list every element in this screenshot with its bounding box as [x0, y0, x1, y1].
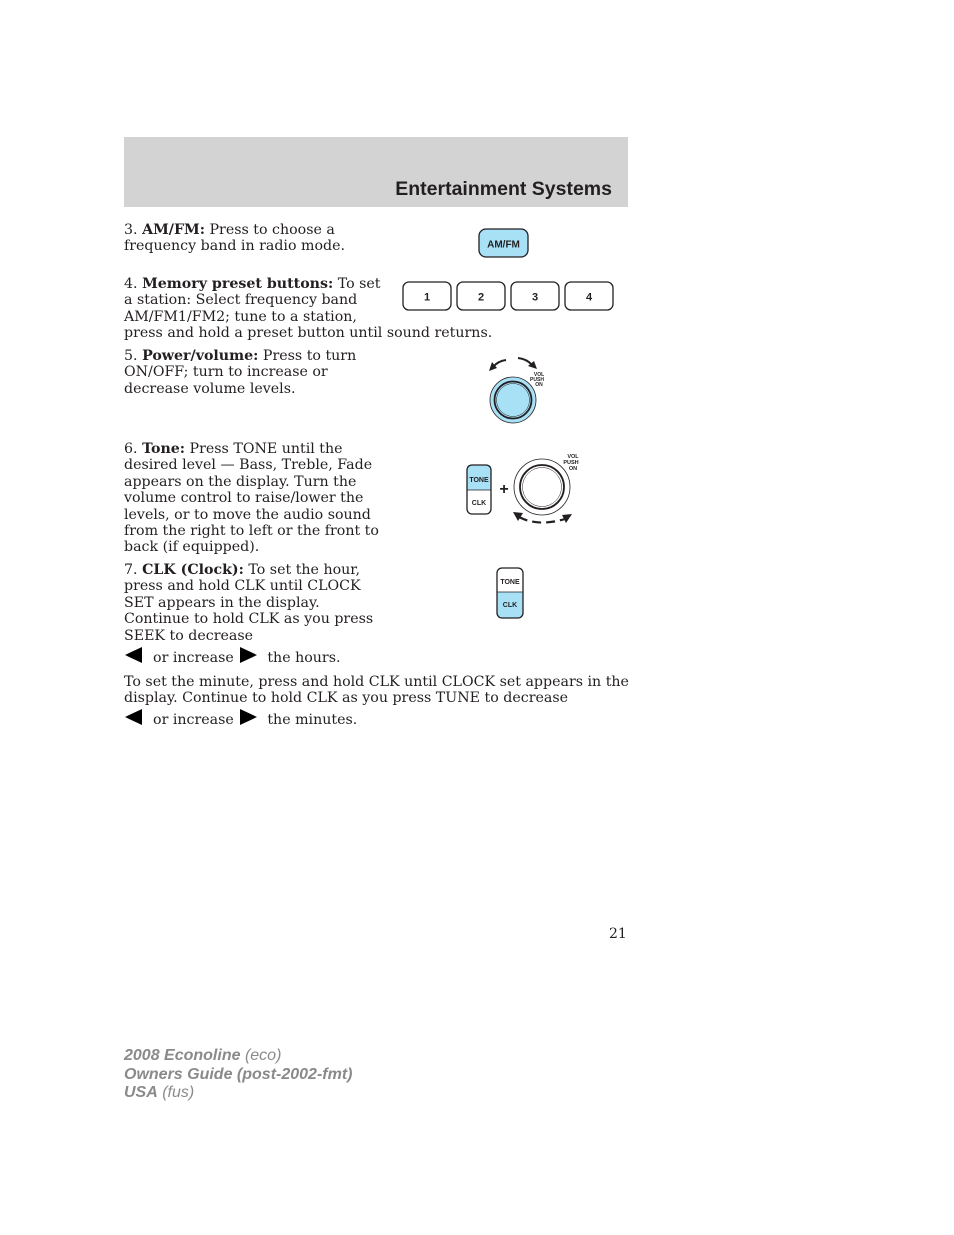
text-fragment: the hours.: [267, 650, 341, 666]
item-label: Memory preset buttons:: [142, 276, 334, 292]
text-line: volume control to raise/lower the: [124, 490, 364, 507]
knob-label: ON: [569, 466, 577, 472]
right-arrow-icon: [240, 647, 258, 663]
plus-sign: +: [499, 481, 508, 498]
preset-button-3: 3: [510, 281, 560, 311]
hours-arrow-line: or increase the hours.: [124, 646, 341, 666]
text-line: press and hold a preset button until sou…: [124, 325, 493, 342]
text-line: ON/OFF; turn to increase or: [124, 364, 328, 381]
footer-guide: Owners Guide (post-2002-fmt): [124, 1065, 353, 1083]
preset-label: 3: [532, 292, 538, 304]
preset-label: 4: [586, 292, 593, 304]
section-header: Entertainment Systems: [124, 137, 628, 207]
preset-button-4: 4: [564, 281, 614, 311]
item-clock-text: 7. CLK (Clock): To set the hour, press a…: [124, 562, 373, 644]
tone-knob-figure: TONE CLK + VOL PUSH ON: [466, 454, 579, 524]
item-amfm-text: 3. AM/FM: Press to choose a frequency ba…: [124, 222, 345, 255]
preset-button-1: 1: [402, 281, 452, 311]
text-line: display. Continue to hold CLK as you pre…: [124, 690, 569, 707]
left-arrow-icon: [125, 647, 142, 663]
knob-body: [519, 464, 565, 510]
text-line: Continue to hold CLK as you press: [124, 611, 374, 628]
preset-label: 2: [478, 292, 484, 304]
item-tone-text: 6. Tone: Press TONE until the desired le…: [124, 441, 379, 556]
minutes-arrow-line: or increase the minutes.: [124, 708, 357, 728]
text-line: AM/FM1/FM2; tune to a station,: [124, 308, 357, 325]
item-label: Tone:: [142, 441, 186, 457]
text-line: To set the minute, press and hold CLK un…: [124, 674, 629, 690]
tone-clk-button: TONE CLK: [466, 464, 492, 515]
item-label: CLK (Clock):: [142, 562, 244, 578]
text-line: appears on the display. Turn the: [124, 473, 357, 490]
amfm-button-label: AM/FM: [487, 240, 520, 251]
page-number: 21: [609, 926, 627, 942]
text-line: frequency band in radio mode.: [124, 238, 346, 255]
right-arrow-icon: [240, 709, 258, 725]
text-line: Press TONE until the: [185, 441, 343, 457]
tone-label: TONE: [500, 579, 520, 586]
text-line: To set the hour,: [243, 562, 360, 578]
knob-label: ON: [535, 382, 543, 388]
item-label: AM/FM:: [142, 222, 205, 238]
text-line: a station: Select frequency band: [124, 292, 358, 309]
text-line: from the right to left or the front to: [124, 523, 379, 540]
item-number: 4.: [124, 276, 138, 292]
item-power-volume-text: 5. Power/volume: Press to turn ON/OFF; t…: [124, 348, 356, 397]
document-footer: 2008 Econoline (eco) Owners Guide (post-…: [124, 1047, 352, 1103]
text-line: Press to choose a: [204, 222, 335, 238]
footer-model-code: (eco): [240, 1047, 282, 1064]
left-arrow-icon: [125, 709, 142, 725]
text-line: levels, or to move the audio sound: [124, 506, 371, 523]
knob-body: [493, 380, 533, 420]
clk-label: CLK: [472, 500, 486, 507]
text-fragment: or increase: [153, 712, 234, 728]
item-number: 5.: [124, 348, 138, 364]
text-line: desired level — Bass, Treble, Fade: [124, 457, 373, 474]
amfm-button-figure: AM/FM: [478, 228, 529, 258]
text-line: decrease volume levels.: [124, 380, 296, 397]
clk-button-figure: TONE CLK: [496, 567, 524, 619]
preset-buttons-figure: 1 2 3 4: [402, 281, 614, 311]
text-line: Press to turn: [258, 348, 357, 364]
clk-label: CLK: [503, 602, 517, 609]
text-line: press and hold CLK until CLOCK: [124, 578, 361, 595]
rotate-right-arrow-icon: [517, 357, 533, 366]
section-title: Entertainment Systems: [395, 178, 612, 200]
item-number: 3.: [124, 222, 138, 238]
tone-label: TONE: [469, 477, 489, 484]
text-line: back (if equipped).: [124, 539, 260, 556]
text-fragment: the minutes.: [267, 712, 358, 728]
item-label: Power/volume:: [142, 348, 259, 364]
footer-region-code: (fus): [157, 1084, 195, 1101]
volume-knob-figure: VOL PUSH ON: [489, 357, 544, 424]
rotate-arrow-icon: [518, 516, 566, 524]
footer-model: 2008 Econoline: [124, 1047, 241, 1064]
footer-region: USA: [124, 1084, 158, 1101]
preset-label: 1: [424, 292, 430, 304]
minutes-paragraph: To set the minute, press and hold CLK un…: [124, 674, 629, 707]
text-fragment: or increase: [153, 650, 234, 666]
preset-button-2: 2: [456, 281, 506, 311]
text-line: To set: [333, 276, 381, 292]
item-number: 6.: [124, 441, 138, 457]
text-line: SEEK to decrease: [124, 627, 254, 644]
item-number: 7.: [124, 562, 138, 578]
text-line: SET appears in the display.: [124, 594, 320, 611]
